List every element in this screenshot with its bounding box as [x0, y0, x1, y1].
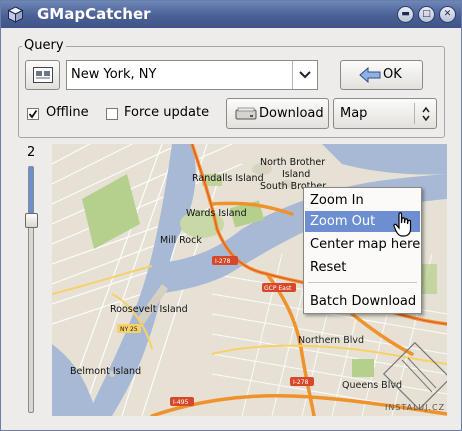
label-queens-blvd: Queens Blvd — [342, 380, 402, 391]
ok-label: OK — [383, 67, 402, 82]
menu-item-batch-download[interactable]: Batch Download — [305, 291, 420, 312]
download-label: Download — [259, 106, 324, 121]
maximize-button[interactable]: □ — [418, 6, 435, 23]
label-northern-blvd: Northern Blvd — [298, 335, 364, 346]
label-island-1: Island — [282, 169, 310, 180]
map-type-value: Map — [340, 106, 368, 121]
drive-icon — [235, 107, 257, 120]
menu-item-reset[interactable]: Reset — [305, 257, 420, 278]
i278-shield-label: I-278 — [215, 258, 231, 265]
map-type-select[interactable]: Map — [333, 98, 437, 129]
checkmark-icon — [28, 109, 38, 119]
locate-button[interactable] — [25, 60, 60, 90]
download-button[interactable]: Download — [226, 98, 329, 129]
back-arrow-icon — [359, 67, 381, 83]
ok-button[interactable]: OK — [340, 60, 423, 90]
force-update-label[interactable]: Force update — [124, 105, 209, 120]
hand-cursor-icon — [393, 212, 412, 237]
close-icon: ✕ — [443, 9, 452, 19]
label-north-brother: North Brother — [260, 157, 325, 168]
updown-arrows-icon — [422, 106, 430, 122]
app-cube-icon — [7, 6, 24, 23]
window-title: GMapCatcher — [37, 5, 151, 23]
close-button[interactable]: ✕ — [439, 6, 456, 23]
map-context-menu: Zoom In Zoom Out Center map here Reset B… — [303, 187, 422, 314]
force-update-checkbox[interactable] — [106, 108, 118, 120]
label-randalls-island: Randalls Island — [192, 173, 264, 184]
label-belmont-island: Belmont Island — [70, 366, 141, 377]
i278-shield-label-2: I-278 — [293, 379, 309, 386]
label-wards-island: Wards Island — [186, 208, 247, 219]
maximize-icon: □ — [422, 9, 431, 19]
app-window: GMapCatcher ▬ □ ✕ Query New York, NY OK … — [0, 0, 462, 431]
i495-shield-label: I-495 — [173, 399, 189, 406]
ny25-shield-label: NY 25 — [120, 326, 138, 333]
map-view-icon — [33, 67, 53, 83]
location-input[interactable]: New York, NY — [71, 67, 156, 82]
zoom-slider-fill — [29, 166, 33, 214]
menu-item-zoom-in[interactable]: Zoom In — [305, 190, 420, 211]
offline-checkbox[interactable] — [27, 108, 39, 120]
watermark-text: INSTALUJ.CZ — [385, 403, 445, 412]
query-frame-label: Query — [22, 38, 66, 53]
menu-separator — [308, 282, 417, 283]
offline-label[interactable]: Offline — [46, 105, 89, 120]
title-bar[interactable]: GMapCatcher ▬ □ ✕ — [1, 1, 461, 28]
chevron-down-icon[interactable] — [298, 70, 312, 80]
location-combo[interactable]: New York, NY — [66, 60, 318, 90]
zoom-slider-handle[interactable] — [25, 213, 38, 228]
minimize-icon: ▬ — [401, 9, 410, 19]
minimize-button[interactable]: ▬ — [397, 6, 414, 23]
zoom-level-label: 2 — [27, 145, 36, 160]
label-roosevelt-island: Roosevelt Island — [110, 304, 188, 315]
gcp-east-shield-label: GCP East — [264, 285, 292, 292]
label-mill-rock: Mill Rock — [160, 235, 202, 246]
